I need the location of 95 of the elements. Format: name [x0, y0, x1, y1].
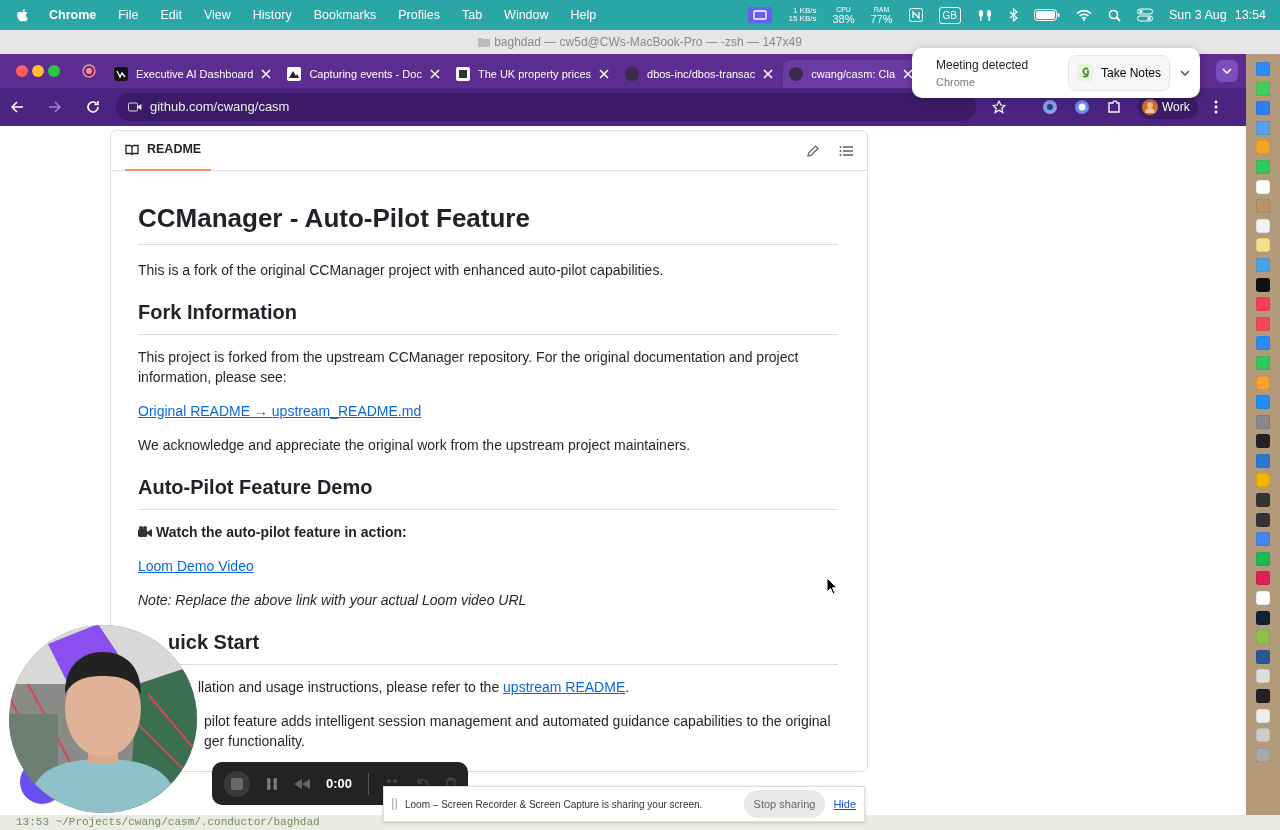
paragraph: This project is forked from the upstream CCManager repository. For the original documentation and project information, please see: — [138, 348, 800, 387]
edit-pencil-icon[interactable] — [807, 144, 819, 157]
wifi-icon[interactable] — [1076, 9, 1092, 21]
control-center-icon[interactable] — [1137, 8, 1153, 22]
window-control-icon[interactable] — [16, 65, 28, 77]
pause-icon[interactable] — [266, 776, 278, 791]
paragraph: This is a fork of the original CCManager project with enhanced auto-pilot capabilities. — [138, 261, 665, 280]
browser-tab[interactable]: The UK property prices — [449, 60, 615, 88]
menu-item[interactable]: Window — [493, 5, 560, 25]
more-menu-icon[interactable] — [1213, 100, 1218, 114]
menu-item[interactable]: Tab — [450, 5, 494, 25]
reload-icon[interactable] — [86, 100, 100, 114]
recording-timer: 0:00 — [326, 774, 353, 793]
menu-item[interactable]: File — [107, 5, 150, 25]
outline-list-icon[interactable] — [839, 144, 853, 157]
menu-bar-clock[interactable]: 13:54 — [1234, 5, 1266, 25]
close-icon[interactable] — [763, 69, 774, 79]
window-control-icon[interactable] — [32, 65, 44, 77]
apple-logo-icon[interactable] — [16, 7, 29, 23]
menu-item[interactable]: Bookmarks — [302, 5, 388, 25]
dock-app-icon[interactable] — [1256, 649, 1270, 664]
site-favicon-icon — [789, 67, 804, 81]
dock-app-icon[interactable] — [1256, 512, 1270, 527]
close-icon[interactable] — [429, 69, 440, 79]
paragraph: We acknowledge and appreciate the original work from the upstream project maintainers. — [138, 436, 692, 455]
battery-icon[interactable] — [1034, 9, 1060, 21]
forward-arrow-icon[interactable] — [48, 100, 62, 114]
app-logo-icon — [1076, 64, 1093, 82]
bookmark-star-icon[interactable] — [992, 100, 1006, 114]
close-icon[interactable] — [261, 69, 272, 79]
movie-camera-icon — [138, 526, 152, 538]
take-notes-button[interactable]: Take Notes — [1067, 55, 1170, 91]
extensions-puzzle-icon[interactable] — [1106, 99, 1122, 115]
keyboard-layout[interactable]: GB — [938, 6, 961, 24]
readme-heading: CCManager - Auto-Pilot Feature — [138, 199, 838, 245]
menu-item[interactable]: View — [192, 5, 242, 25]
profile-avatar-icon — [1142, 99, 1158, 115]
earbuds-icon[interactable] — [977, 8, 993, 22]
section-heading: Fork Information — [138, 297, 838, 335]
browser-tab[interactable]: dbos-inc/dbos-transac — [619, 60, 780, 88]
window-control-icon[interactable] — [48, 65, 60, 77]
extension-icon[interactable] — [1074, 99, 1090, 115]
book-icon — [125, 143, 139, 156]
readme-tab[interactable]: README — [125, 131, 212, 171]
close-icon[interactable] — [599, 69, 609, 79]
stop-recording-icon[interactable] — [224, 770, 250, 797]
menu-item[interactable]: History — [241, 5, 303, 25]
rewind-icon[interactable] — [294, 778, 310, 789]
chevron-down-icon[interactable] — [1180, 69, 1190, 77]
notion-icon[interactable] — [908, 8, 923, 22]
folder-icon — [478, 37, 491, 47]
site-favicon-icon — [455, 67, 470, 81]
bluetooth-icon[interactable] — [1009, 8, 1018, 22]
dock-app-icon[interactable] — [1256, 434, 1270, 449]
sharing-message: Loom – Screen Recorder & Screen Capture is sharing your screen. — [405, 797, 704, 812]
network-up-text: 1 KB/s — [791, 7, 817, 15]
terminal-window-title: baghdad — cw5d@CWs-MacBook-Pro — -zsh — 147x49 — [494, 34, 802, 51]
browser-tab[interactable]: Executive AI Dashboard — [108, 60, 278, 88]
notification-subtitle: Chrome — [936, 74, 977, 90]
screen-share-icon[interactable] — [748, 7, 773, 23]
section-heading: Auto-Pilot Feature Demo — [138, 472, 838, 510]
tab-search-icon[interactable] — [1216, 60, 1238, 82]
menu-item[interactable]: Chrome — [29, 5, 108, 25]
menu-item[interactable]: Help — [559, 5, 608, 25]
ram-usage: 77% — [870, 12, 893, 25]
link[interactable]: Loom Demo Video — [138, 558, 254, 574]
paragraph: pilot feature adds intelligent session management and automated guidance capabilities to the original ger functionality. — [203, 712, 832, 751]
mouse-cursor-icon — [826, 577, 838, 595]
site-favicon-icon — [287, 67, 302, 81]
cpu-usage: 38% — [832, 12, 855, 25]
menu-item[interactable]: Profiles — [387, 5, 451, 25]
browser-tab[interactable]: Capturing events - Doc — [281, 60, 446, 88]
close-icon[interactable] — [903, 69, 913, 79]
search-icon[interactable] — [1108, 8, 1121, 22]
stop-sharing-button[interactable]: Stop sharing — [743, 790, 826, 818]
site-favicon-icon — [625, 67, 639, 81]
hide-link[interactable]: Hide — [833, 795, 856, 813]
link[interactable]: Original README → upstream_README.md — [138, 403, 422, 419]
back-arrow-icon[interactable] — [10, 100, 24, 114]
camera-icon[interactable] — [128, 101, 142, 113]
menu-bar-date[interactable]: Sun 3 Aug — [1169, 5, 1227, 25]
extension-icon[interactable] — [1042, 99, 1058, 115]
menu-item[interactable]: Edit — [149, 5, 193, 25]
address-bar[interactable]: github.com/cwang/casm — [116, 93, 976, 121]
dock-app-icon[interactable] — [1256, 610, 1270, 625]
dock-app-icon[interactable] — [1256, 493, 1270, 508]
drag-handle-icon[interactable] — [392, 798, 397, 810]
dock-app-icon[interactable] — [1256, 277, 1270, 292]
bold-text: Watch the auto-pilot feature in action: — [156, 523, 407, 542]
site-favicon-icon — [114, 67, 128, 81]
record-icon[interactable] — [82, 64, 96, 78]
note-text: Note: Replace the above link with your actual Loom video URL — [138, 591, 528, 610]
network-down-text: 15 KB/s — [788, 15, 817, 23]
divider-icon — [368, 772, 370, 795]
notification-title: Meeting detected — [936, 56, 1030, 74]
